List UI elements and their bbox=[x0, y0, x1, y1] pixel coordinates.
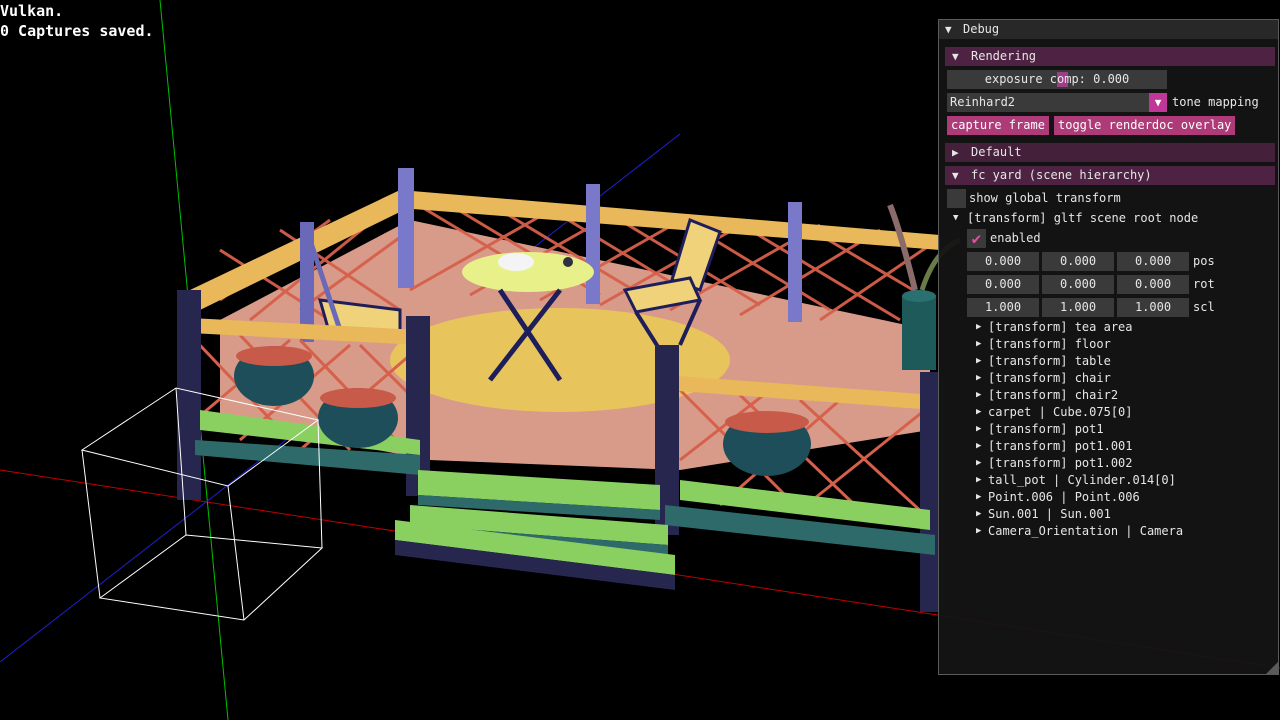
default-header[interactable]: ▶ Default bbox=[945, 143, 1275, 162]
root-node[interactable]: ▼ [transform] gltf scene root node bbox=[939, 210, 1198, 227]
enabled-checkbox[interactable]: ✔ bbox=[967, 229, 986, 248]
post bbox=[586, 184, 600, 304]
expand-icon: ▶ bbox=[976, 492, 982, 502]
expand-icon: ▶ bbox=[976, 407, 982, 417]
scl-z-input[interactable]: 1.000 bbox=[1117, 298, 1189, 317]
tree-node-label: Sun.001 | Sun.001 bbox=[988, 507, 1111, 521]
pot-right bbox=[723, 411, 811, 476]
scene-hierarchy-header[interactable]: ▼ fc yard (scene hierarchy) bbox=[945, 166, 1275, 185]
post bbox=[398, 168, 414, 288]
debug-title: Debug bbox=[963, 22, 1000, 36]
tree-node-label: [transform] floor bbox=[988, 337, 1111, 351]
tone-mapping-select[interactable]: Reinhard2 bbox=[947, 93, 1167, 112]
api-label: Vulkan. bbox=[0, 2, 64, 20]
tree-node-label: carpet | Cube.075[0] bbox=[988, 405, 1133, 419]
expand-icon: ▶ bbox=[976, 424, 982, 434]
rot-y-input[interactable]: 0.000 bbox=[1042, 275, 1114, 294]
expand-icon: ▶ bbox=[976, 322, 982, 332]
show-global-transform-checkbox[interactable] bbox=[947, 189, 966, 208]
tree-node-label: tall_pot | Cylinder.014[0] bbox=[988, 473, 1176, 487]
expand-icon: ▶ bbox=[976, 458, 982, 468]
expand-icon: ▶ bbox=[976, 339, 982, 349]
post bbox=[920, 372, 940, 612]
expand-icon: ▶ bbox=[976, 390, 982, 400]
expand-icon: ▶ bbox=[976, 373, 982, 383]
tree-node-label: [transform] pot1 bbox=[988, 422, 1104, 436]
expand-icon: ▶ bbox=[976, 526, 982, 536]
show-global-transform-label: show global transform bbox=[969, 191, 1121, 205]
post bbox=[177, 290, 201, 500]
expand-icon: ▶ bbox=[952, 146, 959, 159]
scene-hierarchy-label: fc yard (scene hierarchy) bbox=[971, 168, 1152, 182]
rot-x-input[interactable]: 0.000 bbox=[967, 275, 1039, 294]
exposure-label: exposure comp: 0.000 bbox=[984, 72, 1130, 86]
checkmark-icon: ✔ bbox=[971, 229, 982, 248]
tree-node-label: [transform] pot1.002 bbox=[988, 456, 1133, 470]
pot-left-1 bbox=[234, 346, 314, 406]
tree-node-label: [transform] chair2 bbox=[988, 388, 1119, 402]
capture-frame-button[interactable]: capture frame bbox=[947, 116, 1049, 135]
rendering-header-label: Rendering bbox=[971, 49, 1037, 63]
tree-node-label: Point.006 | Point.006 bbox=[988, 490, 1140, 504]
pot-left-2 bbox=[318, 388, 398, 448]
tree-node-label: Camera_Orientation | Camera bbox=[988, 524, 1184, 538]
post bbox=[788, 202, 802, 322]
expand-icon: ▶ bbox=[976, 509, 982, 519]
scl-y-input[interactable]: 1.000 bbox=[1042, 298, 1114, 317]
debug-window[interactable]: ▼ Debug ▼ Rendering exposure comp: 0.000… bbox=[938, 19, 1279, 675]
resize-grip-icon[interactable] bbox=[1266, 662, 1278, 674]
captures-status: 0 Captures saved. bbox=[0, 22, 154, 40]
expand-icon: ▶ bbox=[976, 441, 982, 451]
tree-node-label: [transform] tea area bbox=[988, 320, 1133, 334]
scl-x-input[interactable]: 1.000 bbox=[967, 298, 1039, 317]
debug-title-bar[interactable]: ▼ Debug bbox=[939, 20, 1278, 39]
default-header-label: Default bbox=[971, 145, 1022, 159]
collapse-icon: ▼ bbox=[953, 213, 959, 223]
expand-icon: ▶ bbox=[976, 475, 982, 485]
root-node-label: [transform] gltf scene root node bbox=[967, 211, 1199, 225]
tree-node-label: [transform] chair bbox=[988, 371, 1111, 385]
pos-x-input[interactable]: 0.000 bbox=[967, 252, 1039, 271]
exposure-slider[interactable]: exposure comp: 0.000 bbox=[947, 70, 1167, 89]
rendering-header[interactable]: ▼ Rendering bbox=[945, 47, 1275, 66]
pos-z-input[interactable]: 0.000 bbox=[1117, 252, 1189, 271]
collapse-icon: ▼ bbox=[952, 50, 959, 63]
expand-icon: ▶ bbox=[976, 356, 982, 366]
tone-mapping-value: Reinhard2 bbox=[950, 95, 1016, 109]
collapse-icon: ▼ bbox=[952, 169, 959, 182]
tree-node-label: [transform] pot1.001 bbox=[988, 439, 1133, 453]
steps bbox=[395, 470, 675, 590]
toggle-renderdoc-overlay-button[interactable]: toggle renderdoc overlay bbox=[1054, 116, 1236, 135]
scl-label: scl bbox=[1193, 300, 1215, 314]
collapse-icon[interactable]: ▼ bbox=[945, 21, 952, 38]
pos-y-input[interactable]: 0.000 bbox=[1042, 252, 1114, 271]
pos-label: pos bbox=[1193, 254, 1215, 268]
enabled-label: enabled bbox=[990, 231, 1041, 245]
rot-label: rot bbox=[1193, 277, 1215, 291]
tone-mapping-label: tone mapping bbox=[1172, 95, 1259, 109]
rot-z-input[interactable]: 0.000 bbox=[1117, 275, 1189, 294]
tree-node-label: [transform] table bbox=[988, 354, 1111, 368]
dropdown-arrow-icon[interactable]: ▼ bbox=[1149, 93, 1167, 112]
